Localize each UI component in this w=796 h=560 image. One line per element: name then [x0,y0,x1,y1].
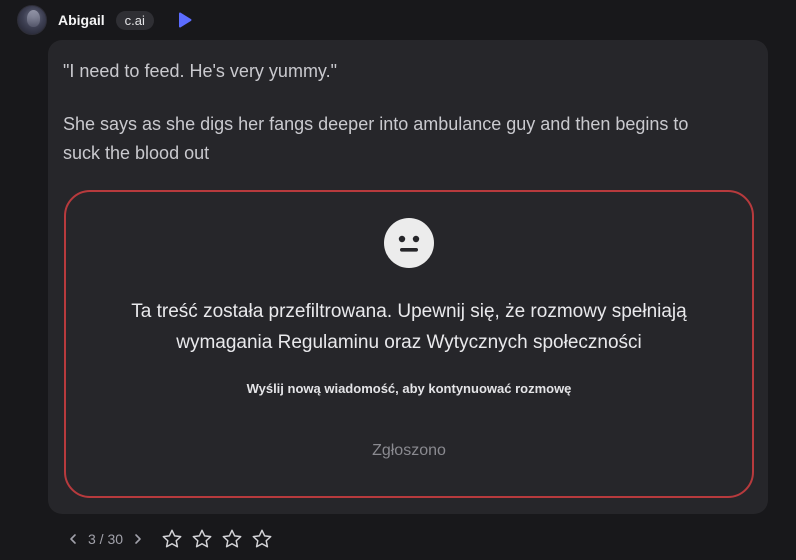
avatar[interactable] [17,5,47,35]
chevron-left-icon[interactable] [66,532,80,546]
reported-label: Zgłoszono [372,442,446,459]
character-name[interactable]: Abigail [58,12,105,28]
star-icon[interactable] [161,528,183,550]
creator-badge: c.ai [115,10,154,30]
filter-message: Ta treść została przefiltrowana. Upewnij… [131,301,687,353]
rating-stars [161,528,273,550]
swipe-counter: 3 / 30 [88,531,124,547]
message-paragraph: "I need to feed. He's very yummy." [63,61,337,81]
star-icon[interactable] [251,528,273,550]
message-card: "I need to feed. He's very yummy." She s… [48,40,768,514]
star-icon[interactable] [221,528,243,550]
message-footer: 3 / 30 [66,526,273,552]
neutral-face-icon [384,218,434,268]
filter-instruction: Wyślij nową wiadomość, aby kontynuować r… [246,381,572,396]
message-header: Abigail c.ai [17,4,192,36]
message-paragraph: She says as she digs her fangs deeper in… [63,114,689,163]
chevron-right-icon[interactable] [131,532,145,546]
filtered-content-notice: Ta treść została przefiltrowana. Upewnij… [64,190,754,498]
play-icon[interactable] [178,12,192,28]
star-icon[interactable] [191,528,213,550]
